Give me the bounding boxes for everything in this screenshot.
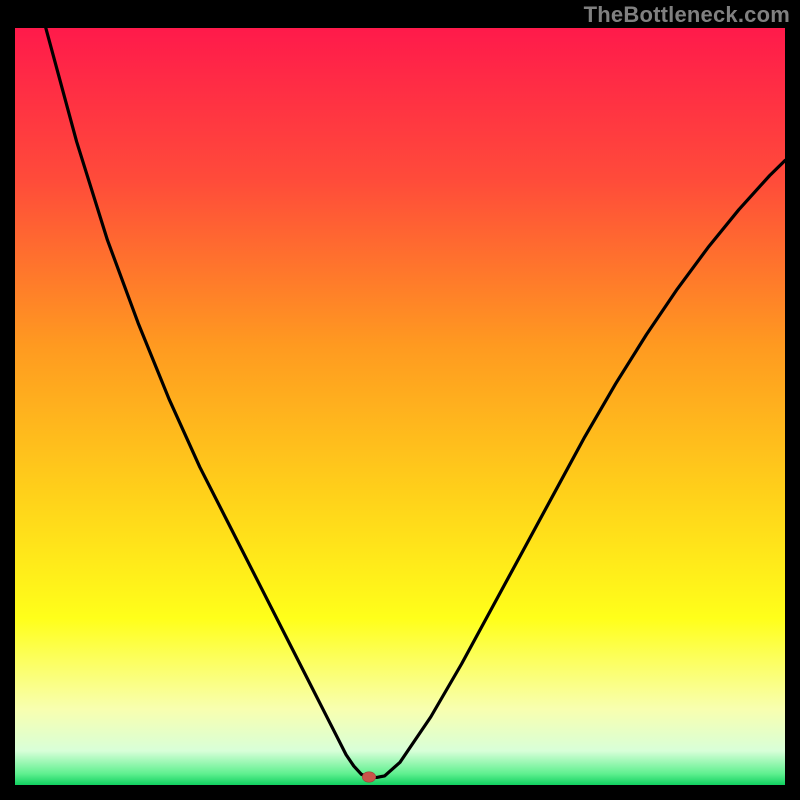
watermark-text: TheBottleneck.com xyxy=(584,2,790,28)
optimal-point-marker xyxy=(362,772,376,783)
plot-area xyxy=(15,28,785,785)
bottleneck-curve xyxy=(15,28,785,785)
chart-frame: TheBottleneck.com xyxy=(0,0,800,800)
